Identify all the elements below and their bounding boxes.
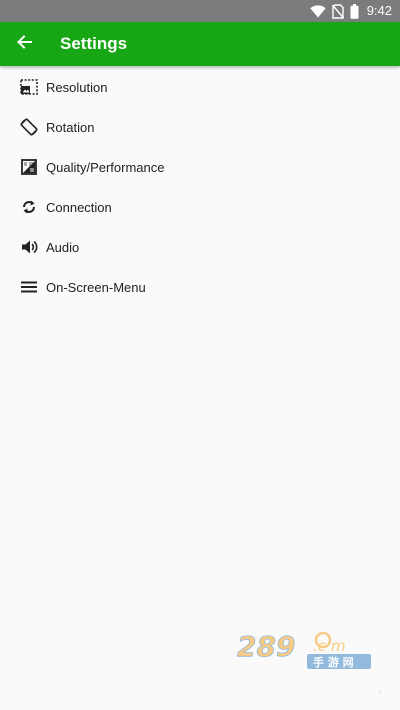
screen-rotation-icon (20, 118, 38, 136)
arrow-left-icon (16, 34, 32, 55)
menu-item-label: On-Screen-Menu (46, 279, 146, 295)
svg-text:289: 289 (237, 630, 295, 663)
back-button[interactable] (8, 28, 40, 60)
menu-item-label: Resolution (46, 79, 108, 95)
page-title: Settings (60, 34, 128, 53)
menu-item-on-screen-menu[interactable]: On-Screen-Menu (0, 267, 400, 307)
no-sim-icon (331, 3, 344, 19)
menu-item-label: Rotation (46, 119, 95, 135)
status-time: 9:42 (366, 3, 392, 18)
menu-item-resolution[interactable]: Resolution (0, 67, 400, 107)
volume-icon (20, 238, 38, 256)
status-icons: 9:42 (309, 3, 392, 19)
svg-text:m: m (331, 637, 346, 655)
app-screen: 9:42 Settings Resolution Rotation Qualit… (0, 0, 400, 710)
watermark-logo: 289 .c m 手 游 网 (237, 630, 377, 670)
menu-item-audio[interactable]: Audio (0, 227, 400, 267)
resolution-icon (20, 78, 38, 96)
svg-text:手 游 网: 手 游 网 (313, 655, 354, 669)
settings-menu: Resolution Rotation Quality/Performance … (0, 67, 400, 307)
menu-item-label: Connection (46, 199, 112, 215)
menu-item-label: Quality/Performance (46, 159, 165, 175)
status-bar: 9:42 (0, 0, 400, 22)
menu-item-quality[interactable]: Quality/Performance (0, 147, 400, 187)
corner-mark: ⌟ (378, 685, 382, 694)
svg-text:.c: .c (313, 637, 327, 655)
sync-icon (20, 198, 38, 216)
battery-icon (350, 3, 359, 19)
menu-item-rotation[interactable]: Rotation (0, 107, 400, 147)
menu-item-label: Audio (46, 239, 80, 255)
wifi-icon (309, 4, 326, 18)
app-bar: Settings (0, 22, 400, 66)
menu-item-connection[interactable]: Connection (0, 187, 400, 227)
quality-icon (20, 158, 38, 176)
menu-lines-icon (20, 278, 38, 296)
